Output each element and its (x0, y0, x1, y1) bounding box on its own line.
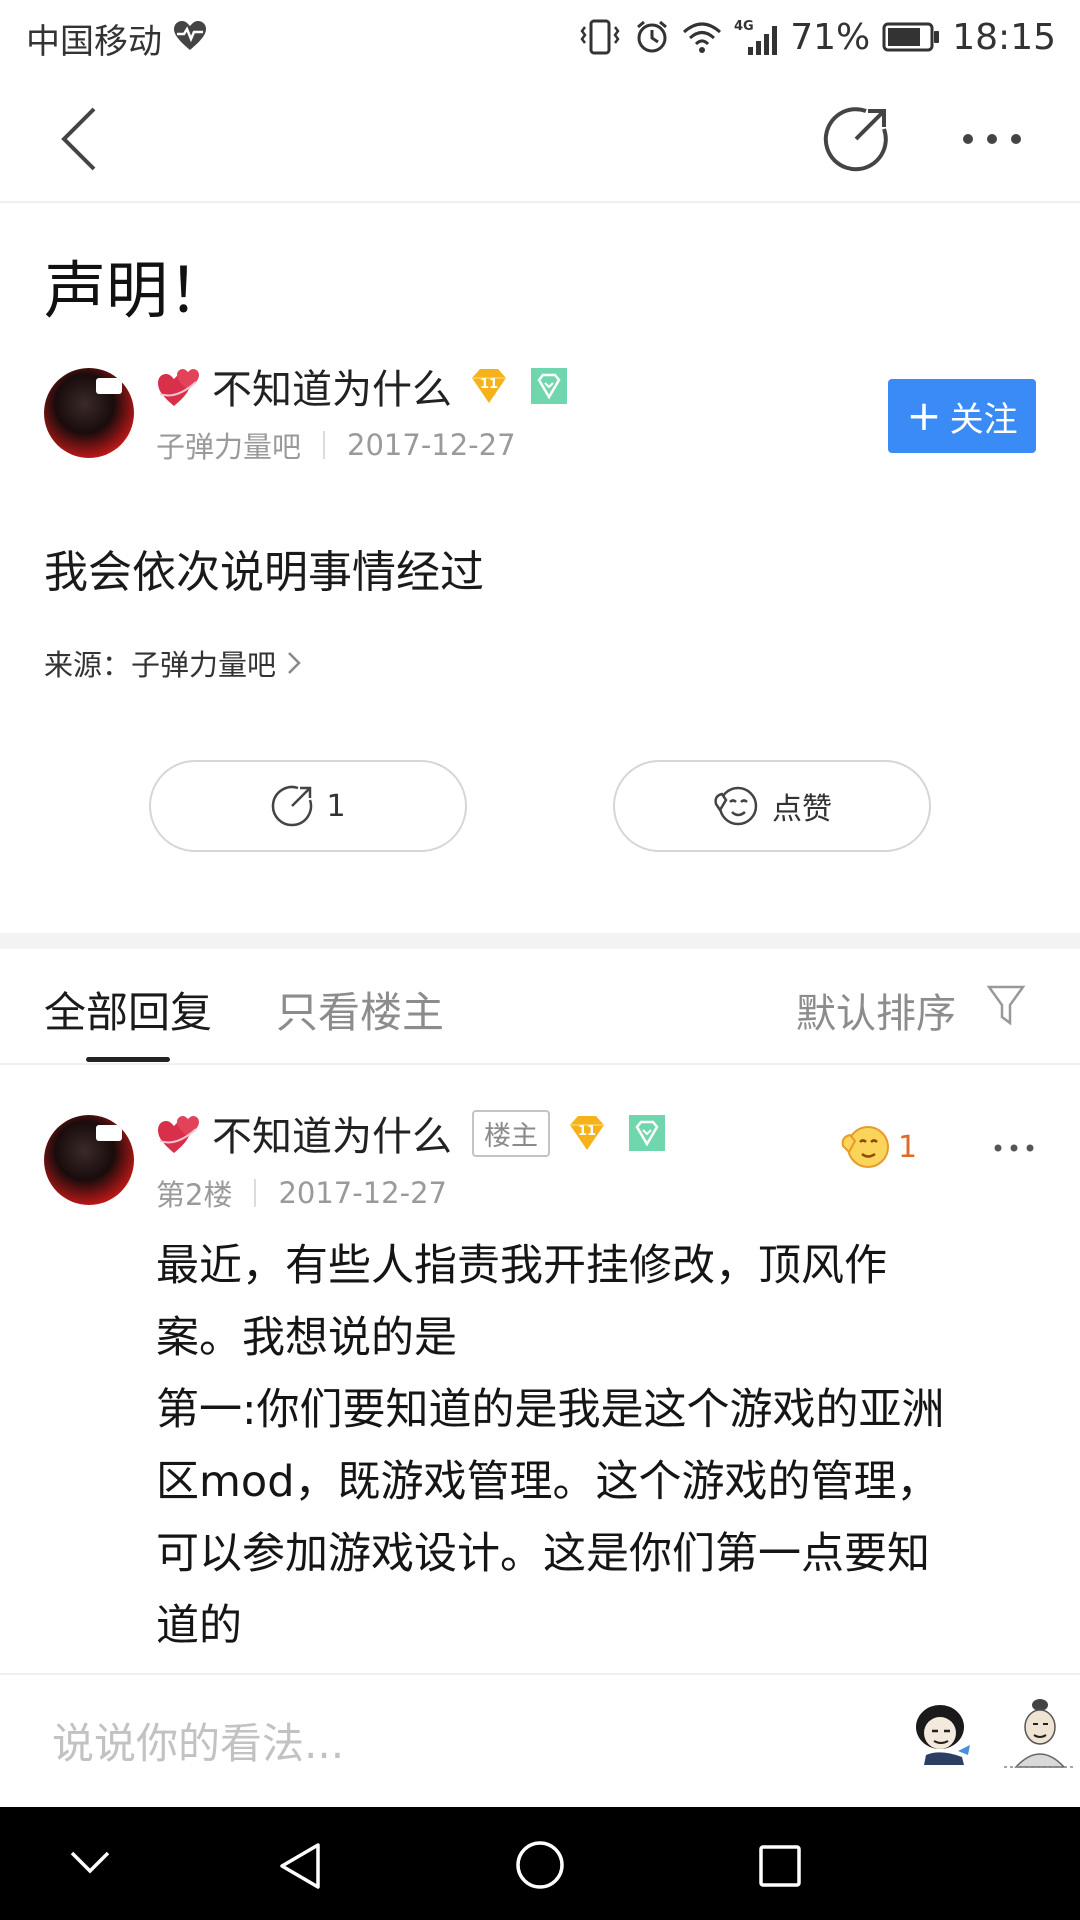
chevron-down-icon[interactable] (68, 1847, 112, 1877)
post-body: 我会依次说明事情经过 (44, 547, 484, 598)
wifi-icon (683, 22, 722, 53)
avatar-sticker (96, 1125, 122, 1141)
like-label: 点赞 (772, 792, 832, 827)
forum-name[interactable]: 子弹力量吧 (156, 424, 301, 466)
share-count: 1 (326, 788, 346, 824)
reply-tab-bar: 全部回复 只看楼主 默认排序 (0, 949, 1080, 1065)
meme-sticker-icon[interactable] (904, 1693, 984, 1773)
share-arrow-icon (272, 785, 313, 827)
author-avatar[interactable] (44, 368, 134, 458)
reply-line: 第一:你们要知道的是我是这个游戏的亚洲 (156, 1385, 945, 1435)
reply-author-level: 11 (578, 1124, 596, 1139)
source-label: 来源： (44, 648, 132, 682)
ellipsis-icon[interactable] (960, 123, 1024, 155)
reply-line: 最近，有些人指责我开挂修改，顶风作 (156, 1241, 887, 1291)
share-arrow-icon[interactable] (822, 105, 890, 173)
reply-meta: 第2楼 2017-12-27 (156, 1172, 447, 1214)
owner-tag-badge: 楼主 (472, 1109, 550, 1157)
reply-like-button[interactable]: 1 (840, 1122, 917, 1172)
battery-icon (882, 22, 940, 52)
nav-recents-square-icon[interactable] (757, 1843, 803, 1889)
vip-badge-icon (531, 368, 567, 404)
share-count-button[interactable]: 1 (149, 760, 467, 852)
meme-sticker-icon[interactable] (1000, 1693, 1080, 1773)
active-tab-indicator (86, 1057, 170, 1062)
thumbs-up-face-icon (714, 786, 758, 826)
signal-4g-icon: 4G (734, 19, 778, 55)
reply-line: 区mod，既游戏管理。这个游戏的管理， (156, 1457, 940, 1507)
meta-divider (323, 431, 326, 459)
reply-line: 可以参加游戏设计。这是你们第一点要知 (156, 1529, 930, 1579)
author-line: 不知道为什么 11 (156, 357, 568, 415)
two-hearts-icon (158, 1116, 199, 1153)
follow-button[interactable]: + 关注 (888, 379, 1036, 453)
source-link[interactable]: 来源： 子弹力量吧 (44, 642, 302, 684)
nav-back-triangle-icon[interactable] (276, 1841, 324, 1891)
status-bar: 中国移动 4G 71% 18:15 (0, 0, 1080, 75)
reply-author-avatar[interactable] (44, 1115, 134, 1205)
vip-badge-icon (629, 1115, 665, 1151)
floor-number: 第2楼 (156, 1178, 233, 1212)
nav-home-circle-icon[interactable] (514, 1839, 566, 1891)
chevron-right-icon (288, 652, 301, 674)
tab-all-replies[interactable]: 全部回复 (44, 979, 212, 1040)
reply-line: 道的 (156, 1601, 242, 1651)
reply-line: 案。我想说的是 (156, 1313, 457, 1363)
filter-icon[interactable] (986, 983, 1026, 1027)
status-icons: 4G 71% 18:15 (578, 12, 1056, 62)
post-date: 2017-12-27 (347, 428, 516, 462)
two-hearts-icon (158, 369, 199, 406)
tab-owner-only[interactable]: 只看楼主 (276, 979, 444, 1040)
chevron-left-icon[interactable] (54, 103, 114, 175)
heart-monitor-icon (174, 21, 206, 50)
carrier-name: 中国移动 (26, 22, 162, 62)
reply-like-count: 1 (898, 1129, 918, 1165)
author-level: 11 (480, 377, 498, 392)
level-diamond-icon: 11 (472, 369, 506, 403)
comment-input[interactable] (52, 1713, 872, 1773)
avatar-sticker (96, 378, 122, 394)
sort-dropdown[interactable]: 默认排序 (796, 981, 956, 1039)
post-title: 声明！ (44, 254, 231, 327)
reply-body: 最近，有些人指责我开挂修改，顶风作 案。我想说的是 第一:你们要知道的是我是这个… (156, 1230, 1036, 1662)
system-nav-bar (0, 1807, 1080, 1920)
clock: 18:15 (952, 16, 1056, 58)
like-button[interactable]: 点赞 (613, 760, 931, 852)
vibrate-icon (580, 19, 620, 55)
reply-author-name[interactable]: 不知道为什么 (212, 1104, 452, 1162)
section-divider (0, 933, 1080, 949)
level-diamond-icon: 11 (570, 1116, 604, 1150)
comment-bar (0, 1673, 1080, 1807)
author-meta: 子弹力量吧 2017-12-27 (156, 424, 516, 466)
source-forum: 子弹力量吧 (131, 648, 277, 682)
plus-icon: + (906, 391, 942, 440)
meta-divider (254, 1179, 257, 1207)
follow-label: 关注 (949, 399, 1018, 440)
reply-author-line: 不知道为什么 楼主 11 (156, 1104, 666, 1162)
author-name[interactable]: 不知道为什么 (212, 357, 452, 415)
battery-percent: 71% (790, 16, 871, 58)
thumbs-up-face-icon (841, 1126, 889, 1168)
alarm-icon (637, 20, 668, 53)
top-nav-bar (0, 75, 1080, 203)
reply-date: 2017-12-27 (278, 1176, 447, 1210)
ellipsis-icon[interactable] (992, 1140, 1036, 1156)
network-type-label: 4G (734, 19, 754, 34)
